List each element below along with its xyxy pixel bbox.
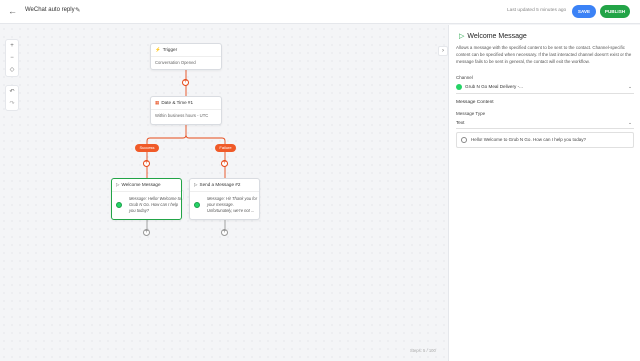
panel-title: Welcome Message xyxy=(467,33,527,40)
add-step-plus-icon[interactable]: + xyxy=(143,160,150,167)
message-type-select[interactable]: Text ⌄ xyxy=(456,118,634,128)
chevron-down-icon: ⌄ xyxy=(628,120,632,125)
failure-branch-tag[interactable]: Failure xyxy=(215,144,236,152)
steps-counter: Steps: 5 / 100 xyxy=(410,348,436,353)
channel-value: Grub N Go Meal Delivery -... xyxy=(465,84,523,89)
channel-select[interactable]: Grub N Go Meal Delivery -... ⌄ xyxy=(456,82,634,92)
message-text-value: Hello! Welcome to Grub N Go. How can I h… xyxy=(471,137,586,142)
welcome-node-message: Message: Hello! Welcome to Grub N Go. Ho… xyxy=(129,196,182,214)
datetime-node-body: Within business hours - UTC xyxy=(155,113,209,118)
node-divider xyxy=(112,191,181,192)
message-text-field[interactable]: Hello! Welcome to Grub N Go. How can I h… xyxy=(456,132,634,148)
field-underline xyxy=(456,93,634,94)
message-type-label: Message Type xyxy=(456,111,486,116)
welcome-node-title: Welcome Message xyxy=(121,182,161,187)
datetime-node[interactable]: ▦ Date & Time #1 Within business hours - … xyxy=(150,96,222,125)
send2-node-title: Send a Message #2 xyxy=(199,182,241,187)
calendar-icon: ▦ xyxy=(155,100,160,105)
collapse-panel-chevron-icon[interactable]: › xyxy=(438,46,448,56)
add-step-plus-icon[interactable]: + xyxy=(182,79,189,86)
trigger-node-title: Trigger xyxy=(162,47,178,52)
edit-pencil-icon[interactable]: ✎ xyxy=(75,6,80,14)
add-step-plus-icon[interactable]: + xyxy=(143,229,150,236)
success-branch-tag[interactable]: Success xyxy=(135,144,159,152)
whatsapp-icon xyxy=(456,83,462,90)
add-step-plus-icon[interactable]: + xyxy=(221,160,228,167)
send-icon: ▷ xyxy=(116,182,120,187)
panel-title-row: ▷ Welcome Message xyxy=(459,32,527,40)
send-icon: ▷ xyxy=(194,182,198,187)
last-updated-text: Last updated 5 minutes ago xyxy=(507,8,567,13)
message-content-heading: Message Content xyxy=(456,100,494,105)
welcome-node-header: ▷ Welcome Message xyxy=(116,182,161,188)
trigger-node-body: Conversation Opened xyxy=(155,60,196,65)
node-divider xyxy=(151,109,221,110)
chevron-down-icon: ⌄ xyxy=(628,84,632,89)
save-button[interactable]: SAVE xyxy=(572,5,596,18)
emoji-icon[interactable] xyxy=(461,137,467,143)
send-icon: ▷ xyxy=(459,33,465,40)
send2-node-header: ▷ Send a Message #2 xyxy=(194,182,240,188)
add-step-plus-icon[interactable]: + xyxy=(221,229,228,236)
welcome-message-node[interactable]: ▷ Welcome Message Message: Hello! Welcome… xyxy=(111,178,182,220)
channel-label: Channel xyxy=(456,75,473,80)
trigger-node-header: ⚡ Trigger xyxy=(155,47,177,53)
send-message-2-node[interactable]: ▷ Send a Message #2 Message: Hi! Thank yo… xyxy=(189,178,260,220)
publish-button[interactable]: PUBLISH xyxy=(600,5,630,18)
send2-node-message: Message: Hi! Thank you for your message.… xyxy=(207,196,258,214)
field-underline xyxy=(456,128,634,129)
top-bar: ← WeChat auto reply ✎ Last updated 5 min… xyxy=(0,0,640,24)
trigger-bolt-icon: ⚡ xyxy=(155,47,161,52)
trigger-node[interactable]: ⚡ Trigger Conversation Opened xyxy=(150,43,222,70)
whatsapp-icon xyxy=(116,202,122,208)
node-divider xyxy=(190,191,259,192)
datetime-node-title: Date & Time #1 xyxy=(161,100,194,105)
workflow-title: WeChat auto reply xyxy=(25,7,75,13)
node-divider xyxy=(151,56,221,57)
whatsapp-icon xyxy=(194,202,200,208)
message-type-value: Text xyxy=(456,120,465,125)
panel-description: Allows a message with the specified cont… xyxy=(456,45,632,64)
properties-panel: ▷ Welcome Message Allows a message with t… xyxy=(448,25,640,361)
datetime-node-header: ▦ Date & Time #1 xyxy=(155,100,193,106)
back-arrow-icon[interactable]: ← xyxy=(8,6,17,16)
workflow-canvas[interactable]: + − ◇ ↶ ↷ ⚡ Trigger Conversation Opened +… xyxy=(0,25,448,361)
